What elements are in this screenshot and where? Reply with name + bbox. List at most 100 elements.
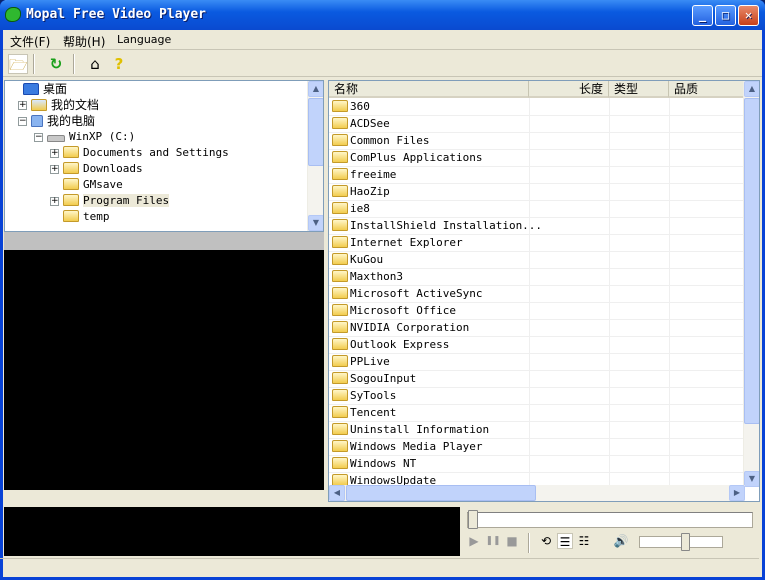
tree-node[interactable]: Downloads: [63, 161, 143, 177]
help-icon[interactable]: ?: [109, 54, 129, 74]
tree-node-label: 我的文档: [51, 98, 100, 112]
expand-icon[interactable]: +: [50, 165, 59, 174]
tree-node[interactable]: 桌面: [23, 81, 67, 97]
list-item[interactable]: Common Files: [329, 133, 745, 150]
list-item[interactable]: HaoZip: [329, 184, 745, 201]
file-name: KuGou: [350, 253, 384, 266]
playlist-button[interactable]: ☰: [557, 533, 573, 549]
menu-bar: 文件(F) 帮助(H) Language: [3, 30, 762, 50]
title-bar[interactable]: Mopal Free Video Player _ □ ✕: [0, 0, 765, 30]
folder-icon: [332, 134, 348, 146]
desktop-icon: [23, 83, 39, 95]
list-item[interactable]: ie8: [329, 201, 745, 218]
tree-node-label: 桌面: [43, 82, 68, 96]
scroll-thumb[interactable]: [308, 98, 323, 166]
folder-icon: [332, 287, 348, 299]
volume-knob[interactable]: [680, 533, 690, 551]
play-button[interactable]: ▶: [466, 533, 482, 549]
close-button[interactable]: ✕: [738, 5, 759, 26]
folder-icon: [332, 168, 348, 180]
list-item[interactable]: Windows NT: [329, 456, 745, 473]
list-item[interactable]: PPLive: [329, 354, 745, 371]
seek-bar[interactable]: [467, 512, 753, 528]
list-hscrollbar[interactable]: ◀ ▶: [329, 485, 745, 501]
status-bar: [0, 558, 759, 577]
list-item[interactable]: Microsoft Office: [329, 303, 745, 320]
file-name: ComPlus Applications: [350, 151, 483, 164]
list-item[interactable]: ACDSee: [329, 116, 745, 133]
toolbar: 🗁 ↻ ⌂ ?: [3, 51, 762, 77]
folder-icon: [332, 440, 348, 452]
list-item[interactable]: InstallShield Installation...: [329, 218, 745, 235]
stop-button[interactable]: ■: [504, 533, 520, 549]
file-name: ie8: [350, 202, 370, 215]
scroll-left-button[interactable]: ◀: [329, 485, 345, 501]
list-item[interactable]: SyTools: [329, 388, 745, 405]
list-item[interactable]: Windows Media Player: [329, 439, 745, 456]
expand-icon[interactable]: +: [18, 101, 27, 110]
scroll-thumb[interactable]: [744, 98, 759, 424]
collapse-icon[interactable]: −: [34, 133, 43, 142]
scroll-down-button[interactable]: ▼: [744, 471, 759, 487]
list-item[interactable]: Uninstall Information: [329, 422, 745, 439]
video-area[interactable]: [4, 250, 324, 490]
expand-icon[interactable]: +: [50, 149, 59, 158]
repeat-button[interactable]: ⟲: [538, 533, 554, 549]
list-item[interactable]: freeime: [329, 167, 745, 184]
menu-help[interactable]: 帮助(H): [63, 33, 105, 50]
open-folder-icon[interactable]: 🗁: [8, 54, 28, 74]
list-item[interactable]: ComPlus Applications: [329, 150, 745, 167]
scroll-up-button[interactable]: ▲: [744, 81, 759, 97]
playlist-edit-button[interactable]: ☷: [576, 533, 592, 549]
folder-icon: [63, 210, 79, 222]
scroll-down-button[interactable]: ▼: [308, 215, 323, 231]
list-item[interactable]: Tencent: [329, 405, 745, 422]
tree-node[interactable]: temp: [63, 209, 110, 225]
minimize-button[interactable]: _: [692, 5, 713, 26]
scroll-right-button[interactable]: ▶: [729, 485, 745, 501]
file-list: 名称 长度 类型 品质 360 ACDSee Common Files ComPlus…: [328, 80, 760, 502]
control-separator: [528, 533, 530, 553]
column-quality[interactable]: 品质: [669, 81, 745, 98]
scroll-up-button[interactable]: ▲: [308, 81, 323, 97]
folder-icon: [332, 372, 348, 384]
tree-node[interactable]: Documents and Settings: [63, 145, 229, 161]
maximize-button[interactable]: □: [715, 5, 736, 26]
folder-icon: [332, 236, 348, 248]
column-length[interactable]: 长度: [529, 81, 609, 98]
refresh-icon[interactable]: ↻: [46, 54, 66, 74]
tree-node[interactable]: 我的文档: [31, 97, 99, 113]
tree-node[interactable]: WinXP (C:): [47, 129, 135, 145]
list-item[interactable]: Maxthon3: [329, 269, 745, 286]
volume-icon[interactable]: 🔊: [613, 533, 629, 549]
pause-button[interactable]: ❚❚: [485, 533, 501, 549]
list-item[interactable]: Outlook Express: [329, 337, 745, 354]
list-item[interactable]: Microsoft ActiveSync: [329, 286, 745, 303]
tree-node[interactable]: Program Files: [63, 193, 170, 209]
file-name: Outlook Express: [350, 338, 450, 351]
list-vscrollbar[interactable]: ▲ ▼: [743, 81, 759, 487]
scroll-thumb[interactable]: [346, 485, 536, 501]
file-name: Uninstall Information: [350, 423, 490, 436]
menu-language[interactable]: Language: [117, 33, 171, 46]
column-type[interactable]: 类型: [609, 81, 669, 98]
list-item[interactable]: SogouInput: [329, 371, 745, 388]
home-icon[interactable]: ⌂: [85, 54, 105, 74]
splitter[interactable]: [4, 232, 324, 250]
folder-icon: [332, 253, 348, 265]
list-item[interactable]: KuGou: [329, 252, 745, 269]
seek-knob[interactable]: [468, 510, 478, 529]
tree-scrollbar[interactable]: ▲ ▼: [307, 81, 323, 231]
folder-icon: [332, 406, 348, 418]
list-item[interactable]: NVIDIA Corporation: [329, 320, 745, 337]
file-name: Windows Media Player: [350, 440, 483, 453]
list-item[interactable]: Internet Explorer: [329, 235, 745, 252]
list-item[interactable]: 360: [329, 99, 745, 116]
menu-file[interactable]: 文件(F): [10, 33, 50, 50]
collapse-icon[interactable]: −: [18, 117, 27, 126]
toolbar-separator: [33, 54, 35, 74]
tree-node[interactable]: GMsave: [63, 177, 123, 193]
tree-node[interactable]: 我的电脑: [31, 113, 95, 129]
expand-icon[interactable]: +: [50, 197, 59, 206]
column-name[interactable]: 名称: [329, 81, 529, 98]
